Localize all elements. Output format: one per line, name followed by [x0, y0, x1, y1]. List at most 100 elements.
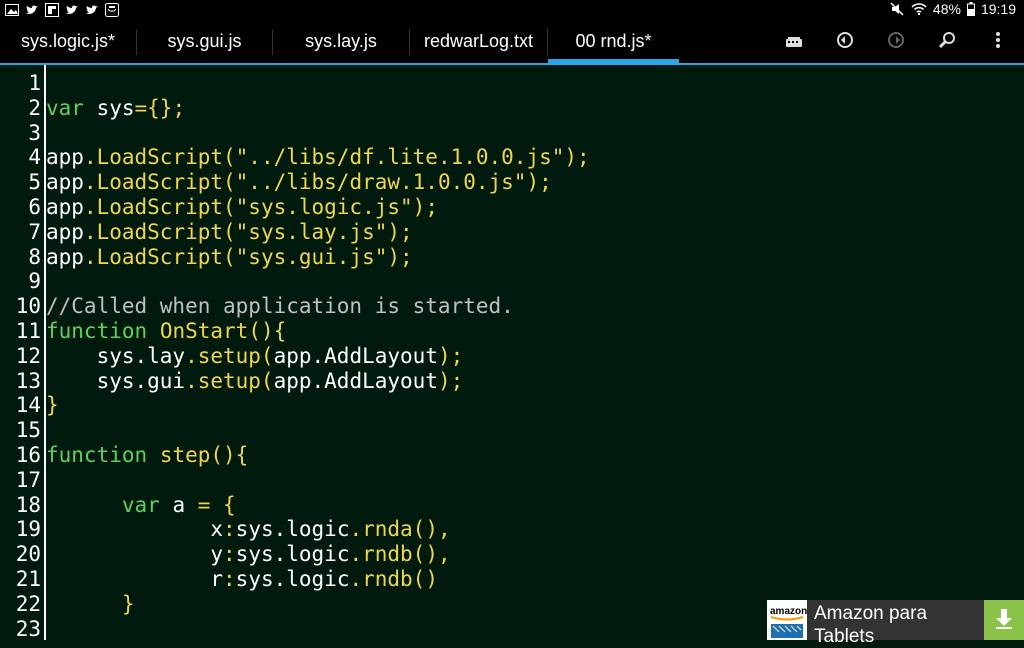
code-token: "sys.gui.js" [235, 244, 388, 269]
line-number: 1 [28, 71, 41, 95]
line-number: 15 [15, 418, 41, 443]
code-line[interactable]: 14} [0, 393, 1024, 418]
tab-rnd-active[interactable]: 00 rnd.js* [548, 20, 679, 63]
code-text: var a = { [46, 493, 236, 518]
code-token: .LoadScript( [83, 145, 236, 170]
code-token: .LoadScript( [83, 195, 236, 219]
code-token: sys.lay [46, 343, 186, 368]
code-token: ={}; [134, 95, 186, 120]
search-button[interactable] [933, 28, 961, 56]
code-text: y:sys.logic.rndb(), [46, 542, 450, 567]
redo-button[interactable] [882, 28, 910, 56]
svg-text:amazon: amazon [770, 606, 807, 617]
code-token: : [223, 542, 236, 567]
line-number: 5 [28, 170, 41, 195]
keyboard-icon [785, 33, 803, 52]
code-text: app.LoadScript("../libs/draw.1.0.0.js"); [46, 170, 552, 195]
code-line[interactable]: 20 y:sys.logic.rndb(), [0, 542, 1024, 567]
line-number: 8 [28, 244, 41, 269]
code-text: } [46, 592, 135, 617]
line-number: 4 [28, 145, 41, 170]
line-number: 17 [15, 467, 41, 492]
code-token: y [46, 542, 224, 567]
tab-sys-logic[interactable]: sys.logic.js* [0, 20, 136, 63]
code-token: ); [412, 195, 438, 219]
code-token: //Called when application is started. [46, 294, 514, 319]
code-line[interactable]: 1 [0, 71, 1024, 96]
line-number: 12 [15, 343, 41, 368]
code-line[interactable]: 21 r:sys.logic.rndb() [0, 567, 1024, 592]
line-number: 11 [15, 319, 41, 343]
line-number: 23 [15, 616, 41, 641]
code-line[interactable]: 2 var sys={}; [0, 96, 1024, 121]
tab-label: sys.gui.js [167, 31, 242, 51]
code-line[interactable]: 19 x:sys.logic.rnda(), [0, 517, 1024, 542]
code-line[interactable]: 11 function OnStart(){ [0, 319, 1024, 344]
ad-text-line1: Amazon para [814, 603, 928, 624]
line-number: 16 [15, 443, 41, 467]
code-line[interactable]: 10//Called when application is started. [0, 294, 1024, 319]
code-line[interactable]: 9 [0, 269, 1024, 294]
tab-redwarlog[interactable]: redwarLog.txt [410, 20, 547, 63]
line-number: 18 [15, 492, 41, 517]
code-token: var [46, 492, 160, 517]
ad-text-line2: Tablets [814, 626, 875, 647]
search-icon [938, 31, 956, 53]
overflow-menu-button[interactable] [984, 28, 1012, 56]
code-line[interactable]: 18 var a = { [0, 493, 1024, 518]
code-editor[interactable]: 1 2 var sys={}; 3 4 app.LoadScript("../libs/d… [0, 65, 1024, 641]
shopping-icon [104, 2, 120, 17]
code-line[interactable]: 15 [0, 418, 1024, 443]
code-text: app.LoadScript("sys.lay.js"); [46, 220, 413, 245]
wifi-icon [911, 2, 927, 17]
code-line[interactable]: 17 [0, 468, 1024, 493]
code-token: app [46, 219, 84, 244]
code-token: sys.logic [235, 567, 350, 591]
code-line[interactable]: 5 app.LoadScript("../libs/draw.1.0.0.js")… [0, 170, 1024, 195]
tab-sys-gui[interactable]: sys.gui.js [137, 20, 272, 63]
twitter-icon [64, 2, 80, 17]
flipboard-icon [44, 2, 60, 17]
code-line[interactable]: 8 app.LoadScript("sys.gui.js"); [0, 245, 1024, 270]
code-token: = { [197, 492, 236, 517]
code-token: .LoadScript( [83, 244, 236, 269]
tab-bar: sys.logic.js* sys.gui.js sys.lay.js redw… [0, 20, 1024, 63]
keyboard-button[interactable] [780, 28, 808, 56]
tab-sys-lay[interactable]: sys.lay.js [273, 20, 409, 63]
code-token: var [46, 95, 84, 120]
code-line[interactable]: 4 app.LoadScript("../libs/df.lite.1.0.0.j… [0, 145, 1024, 170]
code-line[interactable]: 3 [0, 121, 1024, 146]
code-token: .LoadScript( [83, 170, 236, 195]
code-token: "../libs/draw.1.0.0.js" [235, 170, 527, 195]
ad-text: Amazon para Tablets [814, 602, 927, 648]
twitter-icon [24, 2, 40, 17]
code-text: sys.gui.setup(app.AddLayout); [46, 368, 464, 394]
code-token: "../libs/df.lite.1.0.0.js" [235, 145, 565, 170]
status-bar: 48% 19:19 [0, 0, 1024, 20]
code-text: function OnStart(){ [46, 319, 286, 344]
download-icon [994, 607, 1014, 633]
line-number: 10 [15, 294, 41, 319]
twitter-icon [84, 2, 100, 17]
code-token: ); [437, 368, 464, 393]
code-text: r:sys.logic.rndb() [46, 567, 438, 592]
ad-banner[interactable]: amazon Amazon para Tablets [767, 600, 1024, 647]
clock: 19:19 [980, 1, 1016, 17]
code-line[interactable]: 7 app.LoadScript("sys.lay.js"); [0, 220, 1024, 245]
code-token: .rnda(), [349, 517, 451, 542]
ad-download-button[interactable] [984, 600, 1024, 640]
code-text: function step(){ [46, 443, 248, 468]
line-number: 7 [28, 219, 41, 244]
code-token: app.AddLayout [273, 343, 438, 368]
code-text: app.LoadScript("../libs/df.lite.1.0.0.js… [46, 145, 590, 170]
battery-percent: 48% [932, 1, 961, 17]
code-line[interactable]: 16 function step(){ [0, 443, 1024, 468]
code-token: step(){ [159, 443, 249, 467]
code-line[interactable]: 12 sys.lay.setup(app.AddLayout); [0, 344, 1024, 369]
code-token: .LoadScript( [83, 219, 236, 244]
code-line[interactable]: 6 app.LoadScript("sys.logic.js"); [0, 195, 1024, 220]
line-number: 22 [15, 591, 41, 616]
code-line[interactable]: 13 sys.gui.setup(app.AddLayout); [0, 369, 1024, 394]
undo-button[interactable] [831, 28, 859, 56]
